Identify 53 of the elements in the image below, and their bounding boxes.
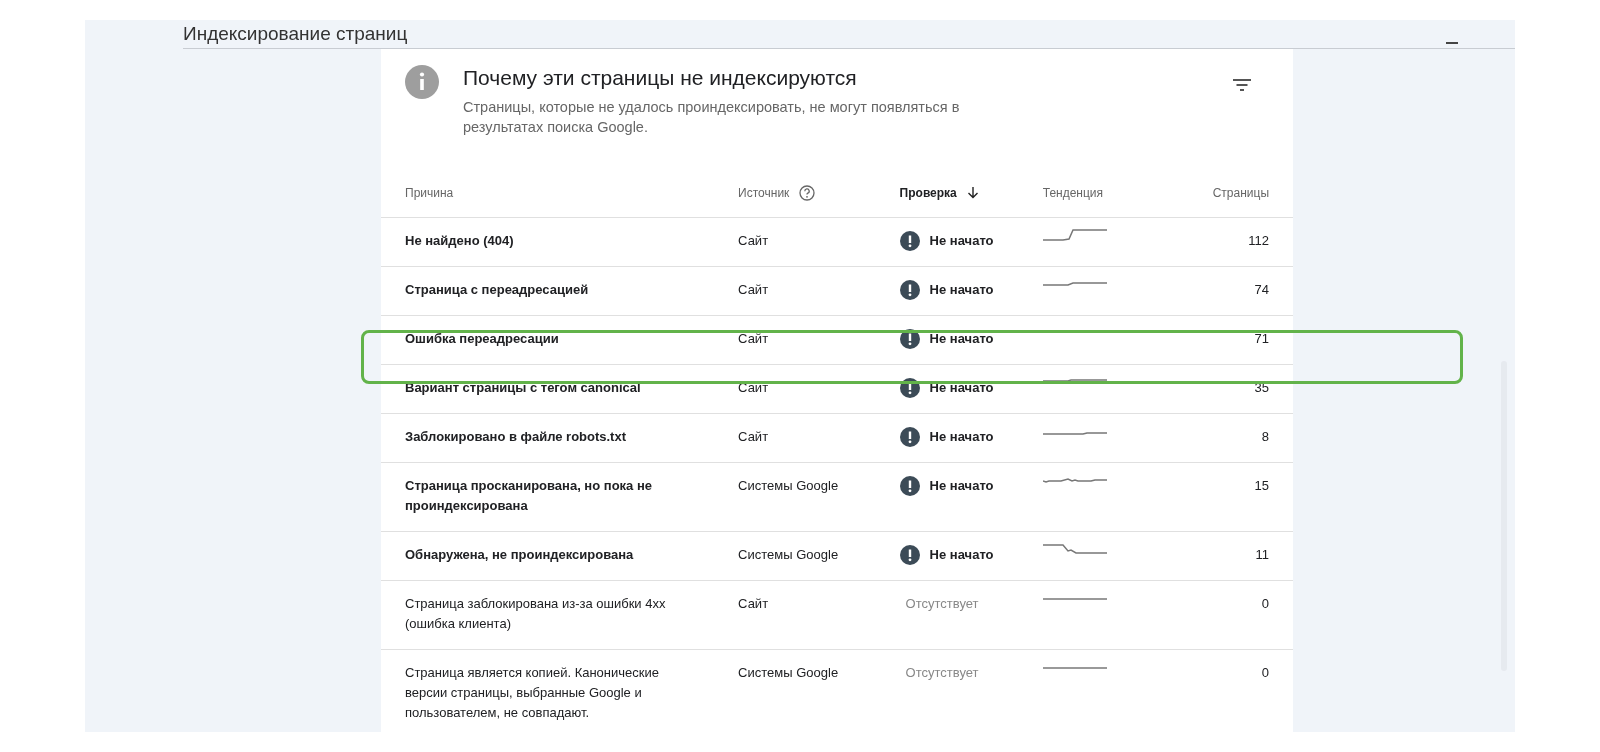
source-cell-text: Сайт — [738, 281, 770, 299]
pages-count: 0 — [1261, 664, 1269, 682]
column-header[interactable]: Проверка — [899, 186, 957, 200]
status-text: Не начато — [929, 477, 994, 495]
source-cell-text: Сайт — [738, 232, 770, 250]
reason-cell[interactable]: Обнаружена, не проиндексирована — [381, 545, 739, 565]
source-cell-text: Системы Google — [738, 477, 840, 495]
source-cell-text: Системы Google — [738, 664, 840, 682]
reason-cell[interactable]: Страница просканирована, но пока не проиндексирована — [381, 476, 739, 516]
source-cell-text: Системы Google — [738, 546, 840, 564]
pages-count: 11 — [1255, 546, 1269, 564]
trend-sparkline — [1042, 432, 1107, 435]
pages-count: 71 — [1254, 330, 1269, 348]
reason-cell[interactable]: Ошибка переадресации — [381, 329, 739, 349]
status-text: Не начато — [929, 546, 994, 564]
trend-sparkline — [1042, 544, 1107, 554]
pages-count: 15 — [1254, 477, 1269, 495]
status-text: Не начато — [929, 232, 994, 250]
column-header[interactable]: Причина — [405, 186, 454, 200]
help-icon — [799, 185, 816, 201]
reason-cell[interactable]: Не найдено (404) — [381, 231, 739, 251]
status-text: Не начато — [929, 281, 994, 299]
reason-cell[interactable]: Страница заблокирована из-за ошибки 4xx (ошибка клиента) — [381, 594, 739, 634]
source-cell-text: Сайт — [738, 428, 770, 446]
trend-sparkline — [1042, 667, 1107, 669]
column-header[interactable]: Тенденция — [1042, 186, 1104, 200]
filter-icon[interactable] — [1233, 79, 1251, 91]
column-header[interactable]: Страницы — [1212, 186, 1269, 200]
source-cell-text: Сайт — [738, 595, 770, 613]
pages-count: 112 — [1248, 232, 1269, 250]
trend-sparkline — [1042, 598, 1107, 600]
trend-sparkline — [1042, 478, 1107, 483]
pages-count: 0 — [1261, 595, 1269, 613]
card-description: Страницы, которые не удалось проиндексировать, не могут появляться в результатах поиска Google. — [463, 98, 961, 137]
card-title: Почему эти страницы не индексируются — [463, 65, 858, 91]
source-cell-text: Сайт — [738, 330, 770, 348]
column-header[interactable]: Источник — [738, 186, 790, 200]
reason-cell[interactable]: Страница является копией. Канонические версии страницы, выбранные Google и пользователем, не совпадают. — [381, 663, 739, 723]
info-icon — [405, 65, 439, 99]
reason-cell[interactable]: Вариант страницы с тегом canonical — [381, 378, 739, 398]
pages-count: 74 — [1254, 281, 1269, 299]
status-text: Не начато — [929, 330, 994, 348]
trend-sparkline — [1042, 379, 1107, 382]
pages-count: 8 — [1261, 428, 1269, 446]
status-text: Отсутствует — [905, 664, 979, 682]
status-text: Отсутствует — [905, 595, 979, 613]
status-text: Не начато — [929, 428, 994, 446]
reason-cell[interactable]: Заблокировано в файле robots.txt — [381, 427, 739, 447]
reason-cell[interactable]: Страница с переадресацией — [381, 280, 739, 300]
page-title: Индексирование страниц — [183, 22, 408, 46]
trend-sparkline — [1042, 282, 1107, 286]
trend-sparkline — [1042, 229, 1107, 241]
arrow-down-icon — [966, 187, 979, 199]
